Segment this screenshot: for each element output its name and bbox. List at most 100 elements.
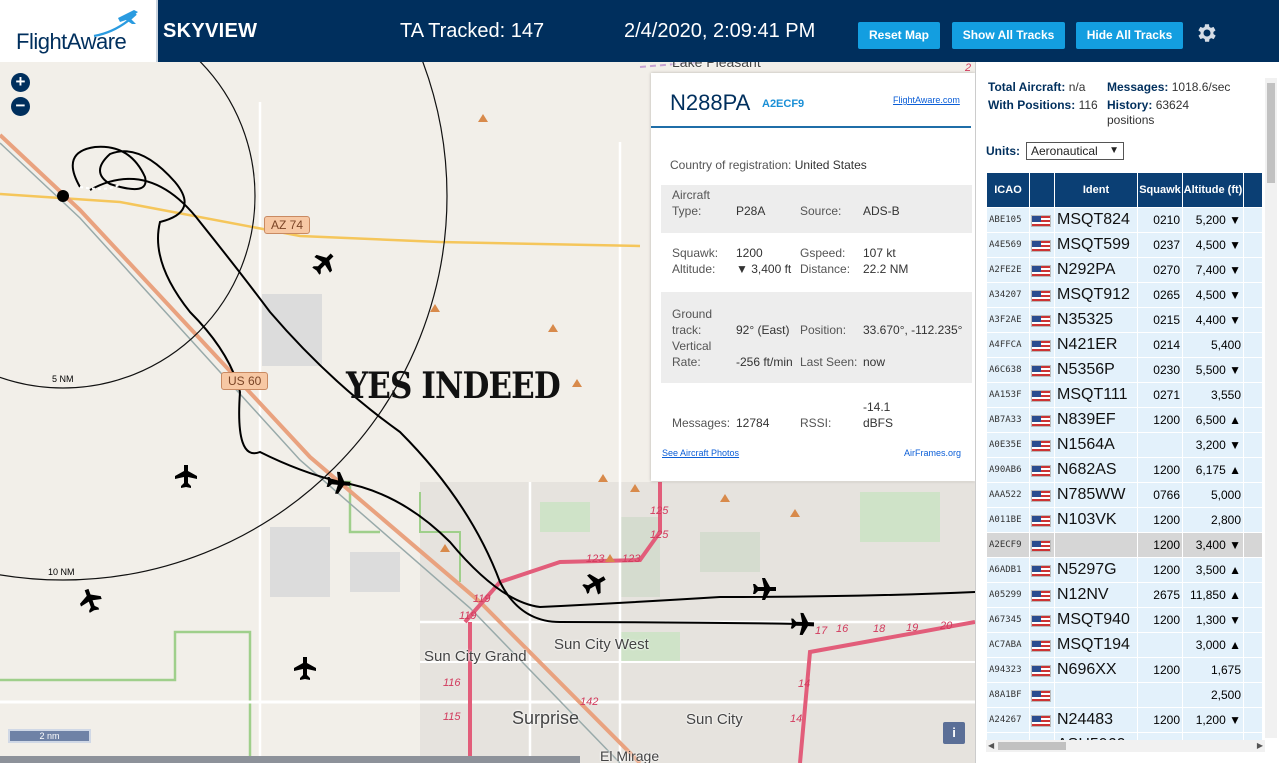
icao-cell: A2FE2E — [987, 258, 1029, 282]
altitude-cell: 4,400 ▼ — [1183, 308, 1243, 332]
us-flag-icon — [1031, 289, 1051, 302]
table-row[interactable]: A8A1BF 2,500 — [987, 683, 1262, 707]
squawk-cell — [1138, 633, 1182, 657]
reset-map-button[interactable]: Reset Map — [858, 22, 940, 49]
map-info-button[interactable]: i — [943, 722, 965, 744]
table-row[interactable]: A67345 MSQT940 1200 1,300 ▼ — [987, 608, 1262, 632]
icao-cell: A8A1BF — [987, 683, 1029, 707]
table-row[interactable]: ABE105 MSQT824 0210 5,200 ▼ — [987, 208, 1262, 232]
squawk-cell: 1025 — [1138, 733, 1182, 740]
icao-cell: A94323 — [987, 658, 1029, 682]
ident-cell: N682AS — [1055, 458, 1137, 482]
us-flag-icon — [1031, 664, 1051, 677]
table-row[interactable]: A4FFCA N421ER 0214 5,400 — [987, 333, 1262, 357]
aircraft-table-container[interactable]: ICAO Ident Squawk Altitude (ft) ABE105 MS… — [986, 172, 1262, 740]
place-el-mirage: El Mirage — [600, 748, 660, 763]
route-number: 119 — [473, 593, 491, 605]
ident-cell: N24483 — [1055, 708, 1137, 732]
altitude-value: ▼ 3,400 ft — [736, 262, 792, 276]
ident-cell: N103VK — [1055, 508, 1137, 532]
zoom-in-button[interactable]: + — [11, 73, 30, 92]
overflow-cell — [1244, 508, 1262, 532]
table-row[interactable]: AB7A33 N839EF 1200 6,500 ▲ — [987, 408, 1262, 432]
altitude-cell: 6,175 ▲ — [1183, 458, 1243, 482]
horizontal-scrollbar-thumb[interactable] — [998, 742, 1066, 750]
altitude-cell: 3,500 ▲ — [1183, 558, 1243, 582]
table-row[interactable]: A34207 MSQT912 0265 4,500 ▼ — [987, 283, 1262, 307]
history-label: History: — [1107, 98, 1153, 112]
settings-gear-icon[interactable] — [1194, 21, 1218, 45]
table-row[interactable]: A0E35E N1564A 3,200 ▼ — [987, 433, 1262, 457]
column-header-flag[interactable] — [1030, 173, 1054, 207]
overflow-cell — [1244, 258, 1262, 282]
flightaware-link[interactable]: FlightAware.com — [893, 95, 960, 105]
altitude-cell: 3,400 ▼ — [1183, 533, 1243, 557]
scroll-right-icon[interactable]: ▶ — [1257, 741, 1263, 750]
column-header-altitude[interactable]: Altitude (ft) — [1183, 173, 1243, 207]
column-header-overflow[interactable] — [1244, 173, 1262, 207]
table-row[interactable]: AC8D6A ASH5960102515,850 ▼ — [987, 733, 1262, 740]
scrollbar-thumb[interactable] — [1267, 83, 1275, 183]
table-row[interactable]: A2ECF9 1200 3,400 ▼ — [987, 533, 1262, 557]
flag-cell — [1030, 383, 1054, 407]
squawk-cell: 1200 — [1138, 508, 1182, 532]
icao-cell: A011BE — [987, 508, 1029, 532]
table-row[interactable]: AC7ABA MSQT194 3,000 ▲ — [987, 633, 1262, 657]
squawk-cell: 1200 — [1138, 458, 1182, 482]
current-datetime: 2/4/2020, 2:09:41 PM — [624, 20, 816, 42]
column-header-squawk[interactable]: Squawk — [1138, 173, 1182, 207]
aircraft-table: ICAO Ident Squawk Altitude (ft) ABE105 MS… — [986, 172, 1262, 740]
us-flag-icon — [1031, 514, 1051, 527]
vertical-scrollbar[interactable] — [1265, 78, 1277, 738]
column-header-icao[interactable]: ICAO — [987, 173, 1029, 207]
table-row[interactable]: A6C638 N5356P 0230 5,500 ▼ — [987, 358, 1262, 382]
last-seen-label: Last Seen: — [800, 355, 858, 369]
ident-cell: MSQT194 — [1055, 633, 1137, 657]
scroll-left-icon[interactable]: ◀ — [988, 741, 994, 750]
dropdown-arrow-icon: ▼ — [1109, 145, 1119, 156]
place-surprise: Surprise — [512, 708, 580, 728]
table-row[interactable]: AA153F MSQT111 0271 3,550 — [987, 383, 1262, 407]
icao-cell: AC7ABA — [987, 633, 1029, 657]
table-row[interactable]: A05299 N12NV 2675 11,850 ▲ — [987, 583, 1262, 607]
overflow-cell — [1244, 608, 1262, 632]
aircraft-photos-link[interactable]: See Aircraft Photos — [662, 448, 739, 458]
ident-cell: N785WW — [1055, 483, 1137, 507]
altitude-cell: 2,800 — [1183, 508, 1243, 532]
flightaware-logo[interactable]: FlightAware — [0, 0, 158, 62]
route-number: 18 — [873, 623, 886, 635]
altitude-cell: 3,550 — [1183, 383, 1243, 407]
flag-cell — [1030, 208, 1054, 232]
altitude-cell: 6,500 ▲ — [1183, 408, 1243, 432]
hide-all-tracks-button[interactable]: Hide All Tracks — [1076, 22, 1183, 49]
show-all-tracks-button[interactable]: Show All Tracks — [952, 22, 1065, 49]
squawk-cell: 0271 — [1138, 383, 1182, 407]
table-row[interactable]: A94323 N696XX 1200 1,675 — [987, 658, 1262, 682]
overflow-cell — [1244, 683, 1262, 707]
us-flag-icon — [1031, 614, 1051, 627]
us-flag-icon — [1031, 439, 1051, 452]
last-seen-value: now — [863, 355, 886, 369]
table-row[interactable]: A90AB6 N682AS 1200 6,175 ▲ — [987, 458, 1262, 482]
horizontal-scrollbar[interactable]: ◀ ▶ — [986, 740, 1265, 752]
table-row[interactable]: A6ADB1 N5297G 1200 3,500 ▲ — [987, 558, 1262, 582]
airframes-link[interactable]: AirFrames.org — [904, 448, 961, 458]
column-header-ident[interactable]: Ident — [1055, 173, 1137, 207]
icao-cell: A05299 — [987, 583, 1029, 607]
units-select[interactable]: Aeronautical ▼ — [1026, 142, 1124, 160]
table-row[interactable]: A24267 N24483 1200 1,200 ▼ — [987, 708, 1262, 732]
us-flag-icon — [1031, 489, 1051, 502]
distance-label: Distance: — [800, 262, 851, 276]
zoom-out-button[interactable]: − — [11, 97, 30, 116]
total-aircraft-label: Total Aircraft: — [988, 80, 1066, 94]
overflow-cell — [1244, 433, 1262, 457]
us-flag-icon — [1031, 689, 1051, 702]
icao-cell: AB7A33 — [987, 408, 1029, 432]
info-block-messages: Messages: 12784 RSSI: -14.1 dBFS — [661, 399, 972, 433]
table-row[interactable]: AAA522 N785WW 0766 5,000 — [987, 483, 1262, 507]
table-row[interactable]: A4E569 MSQT599 0237 4,500 ▼ — [987, 233, 1262, 257]
table-row[interactable]: A2FE2E N292PA 0270 7,400 ▼ — [987, 258, 1262, 282]
app-title: SKYVIEW — [163, 20, 258, 42]
table-row[interactable]: A011BE N103VK 1200 2,800 — [987, 508, 1262, 532]
table-row[interactable]: A3F2AE N35325 0215 4,400 ▼ — [987, 308, 1262, 332]
